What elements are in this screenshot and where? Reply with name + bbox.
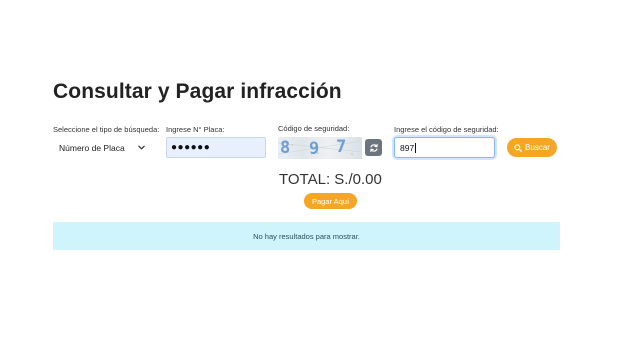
page: Consultar y Pagar infracción Seleccione …	[0, 0, 640, 351]
security-code-value: 897	[400, 142, 415, 153]
captcha-noise	[278, 140, 362, 155]
plate-label: Ingrese N° Placa:	[166, 125, 225, 134]
captcha-digit: 7	[336, 137, 347, 157]
code-label: Ingrese el código de seguridad:	[394, 125, 499, 134]
text-caret	[415, 142, 417, 153]
refresh-icon	[369, 143, 378, 152]
total-amount: TOTAL: S./0.00	[279, 171, 382, 188]
security-code-input[interactable]: 897	[394, 137, 495, 158]
search-type-select[interactable]: Número de Placa	[53, 137, 153, 158]
search-button[interactable]: Buscar	[507, 138, 557, 157]
search-icon	[514, 143, 522, 152]
pay-button-label: Pagar Aquí	[311, 196, 350, 206]
refresh-captcha-button[interactable]	[365, 139, 382, 156]
captcha-label: Código de seguridad:	[278, 124, 350, 133]
page-title: Consultar y Pagar infracción	[53, 80, 342, 103]
empty-results-message: No hay resultados para mostrar.	[253, 231, 360, 241]
chevron-down-icon	[138, 145, 145, 150]
search-type-value: Número de Placa	[59, 142, 125, 153]
search-type-label: Seleccione el tipo de búsqueda:	[53, 125, 160, 134]
captcha-digit: 9	[309, 139, 320, 159]
results-alert: No hay resultados para mostrar.	[53, 222, 560, 250]
pay-button[interactable]: Pagar Aquí	[304, 193, 357, 209]
captcha-digit: 8	[280, 138, 291, 158]
search-button-label: Buscar	[525, 143, 550, 152]
plate-value: ●●●●●●	[171, 142, 211, 153]
plate-input[interactable]: ●●●●●●	[166, 137, 266, 158]
captcha-image: 8 9 7	[278, 137, 362, 159]
